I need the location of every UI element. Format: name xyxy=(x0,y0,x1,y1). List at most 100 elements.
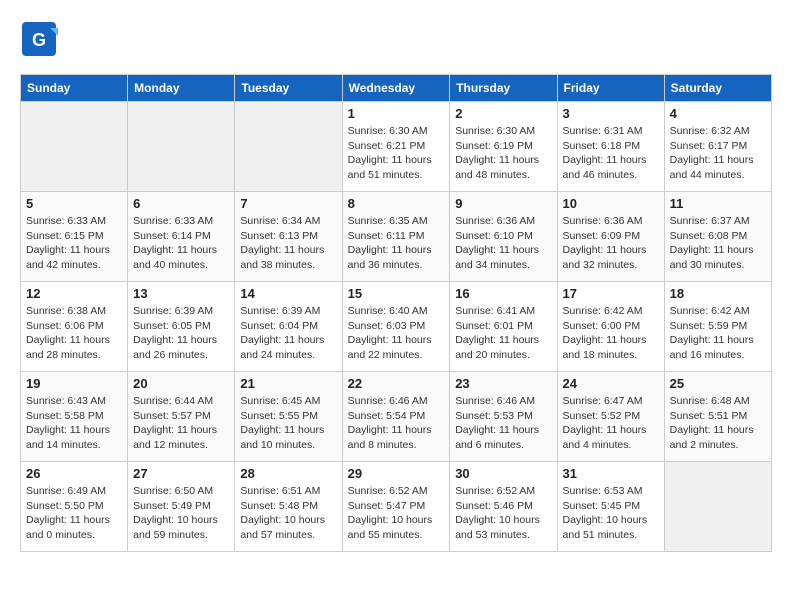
day-number: 15 xyxy=(348,286,445,301)
day-info: Sunrise: 6:45 AMSunset: 5:55 PMDaylight:… xyxy=(240,394,336,453)
calendar-week-row: 5Sunrise: 6:33 AMSunset: 6:15 PMDaylight… xyxy=(21,192,772,282)
day-cell-24: 24 Sunrise: 6:47 AMSunset: 5:52 PMDayligh… xyxy=(557,372,664,462)
day-cell-12: 12Sunrise: 6:38 AMSunset: 6:06 PMDayligh… xyxy=(21,282,128,372)
day-number: 12 xyxy=(26,286,122,301)
day-number: 21 xyxy=(240,376,336,391)
day-info: Sunrise: 6:31 AMSunset: 6:18 PMDaylight:… xyxy=(563,124,659,183)
day-number: 24 xyxy=(563,376,659,391)
day-cell-1: 1Sunrise: 6:30 AMSunset: 6:21 PMDaylight… xyxy=(342,102,450,192)
day-cell-10: 10 Sunrise: 6:36 AMSunset: 6:09 PMDayligh… xyxy=(557,192,664,282)
day-number: 3 xyxy=(563,106,659,121)
day-number: 6 xyxy=(133,196,229,211)
day-cell-31: 31 Sunrise: 6:53 AMSunset: 5:45 PMDayligh… xyxy=(557,462,664,552)
day-number: 1 xyxy=(348,106,445,121)
day-cell-18: 18Sunrise: 6:42 AMSunset: 5:59 PMDayligh… xyxy=(664,282,771,372)
weekday-header-thursday: Thursday xyxy=(450,75,557,102)
day-number: 9 xyxy=(455,196,551,211)
day-number: 2 xyxy=(455,106,551,121)
page-header: G xyxy=(20,20,772,58)
day-info: Sunrise: 6:52 AMSunset: 5:46 PMDaylight:… xyxy=(455,484,551,543)
empty-day-cell xyxy=(128,102,235,192)
svg-text:G: G xyxy=(32,30,46,50)
day-info: Sunrise: 6:34 AMSunset: 6:13 PMDaylight:… xyxy=(240,214,336,273)
day-number: 19 xyxy=(26,376,122,391)
day-number: 20 xyxy=(133,376,229,391)
day-cell-15: 15 Sunrise: 6:40 AMSunset: 6:03 PMDayligh… xyxy=(342,282,450,372)
day-info: Sunrise: 6:51 AMSunset: 5:48 PMDaylight:… xyxy=(240,484,336,543)
day-number: 28 xyxy=(240,466,336,481)
empty-day-cell xyxy=(235,102,342,192)
day-info: Sunrise: 6:50 AMSunset: 5:49 PMDaylight:… xyxy=(133,484,229,543)
day-number: 26 xyxy=(26,466,122,481)
day-cell-11: 11Sunrise: 6:37 AMSunset: 6:08 PMDayligh… xyxy=(664,192,771,282)
day-cell-25: 25Sunrise: 6:48 AMSunset: 5:51 PMDayligh… xyxy=(664,372,771,462)
day-cell-30: 30Sunrise: 6:52 AMSunset: 5:46 PMDayligh… xyxy=(450,462,557,552)
day-info: Sunrise: 6:42 AMSunset: 5:59 PMDaylight:… xyxy=(670,304,766,363)
weekday-header-sunday: Sunday xyxy=(21,75,128,102)
calendar-week-row: 19 Sunrise: 6:43 AMSunset: 5:58 PMDayligh… xyxy=(21,372,772,462)
weekday-header-monday: Monday xyxy=(128,75,235,102)
day-info: Sunrise: 6:40 AMSunset: 6:03 PMDaylight:… xyxy=(348,304,445,363)
calendar-week-row: 26Sunrise: 6:49 AMSunset: 5:50 PMDayligh… xyxy=(21,462,772,552)
day-info: Sunrise: 6:36 AMSunset: 6:09 PMDaylight:… xyxy=(563,214,659,273)
calendar-header-row: SundayMondayTuesdayWednesdayThursdayFrid… xyxy=(21,75,772,102)
day-number: 10 xyxy=(563,196,659,211)
day-cell-8: 8 Sunrise: 6:35 AMSunset: 6:11 PMDaylight… xyxy=(342,192,450,282)
day-cell-16: 16Sunrise: 6:41 AMSunset: 6:01 PMDayligh… xyxy=(450,282,557,372)
day-number: 22 xyxy=(348,376,445,391)
day-cell-28: 28 Sunrise: 6:51 AMSunset: 5:48 PMDayligh… xyxy=(235,462,342,552)
day-number: 17 xyxy=(563,286,659,301)
empty-day-cell xyxy=(664,462,771,552)
calendar-week-row: 12Sunrise: 6:38 AMSunset: 6:06 PMDayligh… xyxy=(21,282,772,372)
day-info: Sunrise: 6:48 AMSunset: 5:51 PMDaylight:… xyxy=(670,394,766,453)
day-info: Sunrise: 6:36 AMSunset: 6:10 PMDaylight:… xyxy=(455,214,551,273)
day-info: Sunrise: 6:42 AMSunset: 6:00 PMDaylight:… xyxy=(563,304,659,363)
day-number: 31 xyxy=(563,466,659,481)
day-cell-29: 29 Sunrise: 6:52 AMSunset: 5:47 PMDayligh… xyxy=(342,462,450,552)
day-cell-22: 22 Sunrise: 6:46 AMSunset: 5:54 PMDayligh… xyxy=(342,372,450,462)
calendar-table: SundayMondayTuesdayWednesdayThursdayFrid… xyxy=(20,74,772,552)
day-info: Sunrise: 6:53 AMSunset: 5:45 PMDaylight:… xyxy=(563,484,659,543)
day-number: 16 xyxy=(455,286,551,301)
day-cell-13: 13 Sunrise: 6:39 AMSunset: 6:05 PMDayligh… xyxy=(128,282,235,372)
day-info: Sunrise: 6:43 AMSunset: 5:58 PMDaylight:… xyxy=(26,394,122,453)
day-cell-27: 27 Sunrise: 6:50 AMSunset: 5:49 PMDayligh… xyxy=(128,462,235,552)
day-info: Sunrise: 6:52 AMSunset: 5:47 PMDaylight:… xyxy=(348,484,445,543)
day-info: Sunrise: 6:39 AMSunset: 6:05 PMDaylight:… xyxy=(133,304,229,363)
day-number: 7 xyxy=(240,196,336,211)
logo: G xyxy=(20,20,58,58)
day-cell-9: 9 Sunrise: 6:36 AMSunset: 6:10 PMDaylight… xyxy=(450,192,557,282)
day-number: 29 xyxy=(348,466,445,481)
day-info: Sunrise: 6:35 AMSunset: 6:11 PMDaylight:… xyxy=(348,214,445,273)
day-cell-17: 17 Sunrise: 6:42 AMSunset: 6:00 PMDayligh… xyxy=(557,282,664,372)
day-cell-19: 19 Sunrise: 6:43 AMSunset: 5:58 PMDayligh… xyxy=(21,372,128,462)
day-number: 23 xyxy=(455,376,551,391)
calendar-week-row: 1Sunrise: 6:30 AMSunset: 6:21 PMDaylight… xyxy=(21,102,772,192)
day-cell-3: 3 Sunrise: 6:31 AMSunset: 6:18 PMDaylight… xyxy=(557,102,664,192)
day-cell-26: 26Sunrise: 6:49 AMSunset: 5:50 PMDayligh… xyxy=(21,462,128,552)
day-cell-14: 14 Sunrise: 6:39 AMSunset: 6:04 PMDayligh… xyxy=(235,282,342,372)
day-cell-20: 20 Sunrise: 6:44 AMSunset: 5:57 PMDayligh… xyxy=(128,372,235,462)
day-cell-6: 6Sunrise: 6:33 AMSunset: 6:14 PMDaylight… xyxy=(128,192,235,282)
day-number: 14 xyxy=(240,286,336,301)
day-cell-23: 23 Sunrise: 6:46 AMSunset: 5:53 PMDayligh… xyxy=(450,372,557,462)
day-info: Sunrise: 6:32 AMSunset: 6:17 PMDaylight:… xyxy=(670,124,766,183)
day-info: Sunrise: 6:44 AMSunset: 5:57 PMDaylight:… xyxy=(133,394,229,453)
day-cell-2: 2 Sunrise: 6:30 AMSunset: 6:19 PMDaylight… xyxy=(450,102,557,192)
day-info: Sunrise: 6:39 AMSunset: 6:04 PMDaylight:… xyxy=(240,304,336,363)
day-number: 11 xyxy=(670,196,766,211)
day-number: 13 xyxy=(133,286,229,301)
day-number: 4 xyxy=(670,106,766,121)
day-cell-7: 7 Sunrise: 6:34 AMSunset: 6:13 PMDaylight… xyxy=(235,192,342,282)
day-info: Sunrise: 6:47 AMSunset: 5:52 PMDaylight:… xyxy=(563,394,659,453)
day-info: Sunrise: 6:46 AMSunset: 5:54 PMDaylight:… xyxy=(348,394,445,453)
day-number: 5 xyxy=(26,196,122,211)
day-number: 8 xyxy=(348,196,445,211)
day-info: Sunrise: 6:30 AMSunset: 6:19 PMDaylight:… xyxy=(455,124,551,183)
weekday-header-tuesday: Tuesday xyxy=(235,75,342,102)
day-number: 27 xyxy=(133,466,229,481)
weekday-header-friday: Friday xyxy=(557,75,664,102)
day-info: Sunrise: 6:46 AMSunset: 5:53 PMDaylight:… xyxy=(455,394,551,453)
weekday-header-wednesday: Wednesday xyxy=(342,75,450,102)
day-cell-21: 21 Sunrise: 6:45 AMSunset: 5:55 PMDayligh… xyxy=(235,372,342,462)
